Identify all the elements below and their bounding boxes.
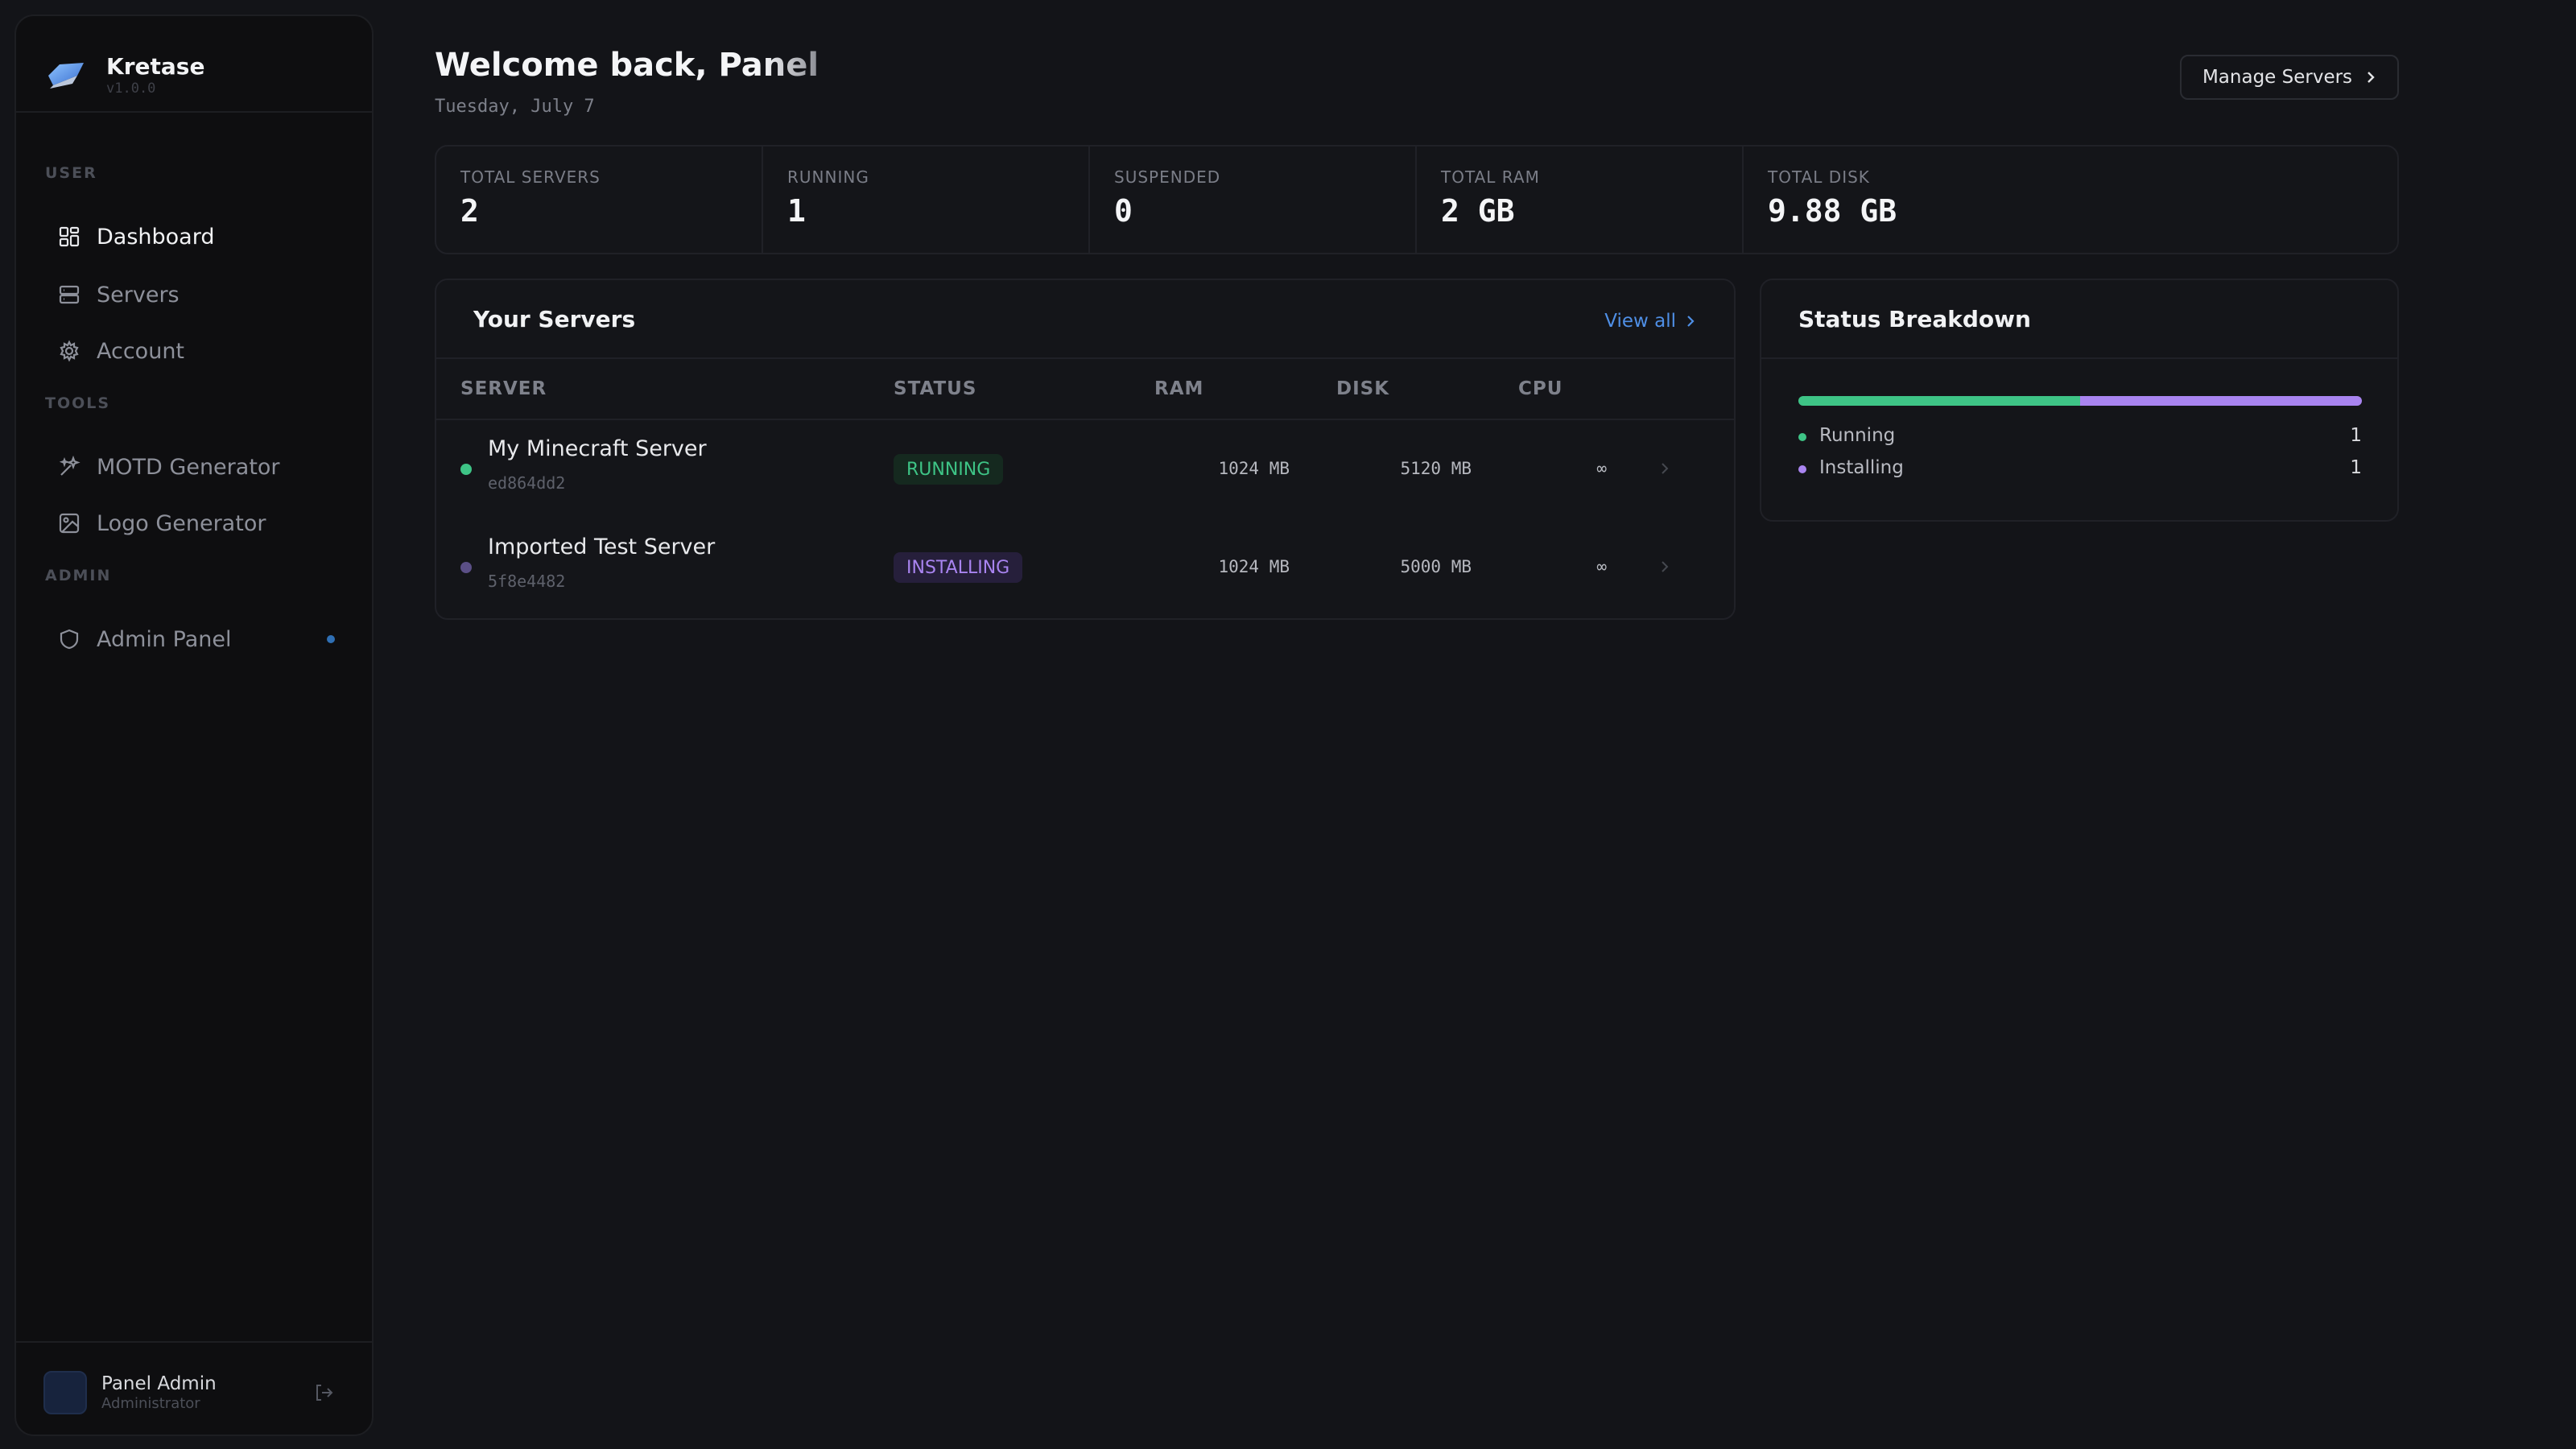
manage-servers-label: Manage Servers [2202,67,2353,88]
stat-label: RUNNING [787,167,869,187]
stat-total-disk: TOTAL DISK 9.88 GB [1744,147,2397,253]
stat-label: TOTAL DISK [1768,167,1870,187]
bar-segment-installing [2080,396,2362,406]
brand[interactable]: Kretase v1.0.0 [43,35,204,116]
stat-label: SUSPENDED [1114,167,1221,187]
stat-total-ram: TOTAL RAM 2 GB [1417,147,1744,253]
section-label-admin: ADMIN [45,567,112,584]
sidebar-bottom-divider [16,1341,372,1343]
sidebar-item-logo-generator[interactable]: Logo Generator [42,501,348,546]
status-badge: INSTALLING [894,552,1023,583]
stats-bar: TOTAL SERVERS 2 RUNNING 1 SUSPENDED 0 TO… [435,145,2399,254]
status-dot [460,464,472,475]
gear-icon [60,340,79,362]
avatar [43,1371,87,1414]
view-all-link[interactable]: View all [1604,311,1695,332]
user-role: Administrator [101,1395,200,1412]
dashboard-icon [59,226,80,247]
legend-value-running: 1 [2350,425,2362,446]
stat-value: 1 [787,193,806,229]
status-dot [460,562,472,573]
status-badge: RUNNING [894,454,1004,485]
current-date: Tuesday, July 7 [435,97,595,117]
sidebar-item-label: Servers [97,282,180,308]
page-title-fade: nel [762,47,819,84]
stat-total-servers: TOTAL SERVERS 2 [436,147,763,253]
ram-value: 1024 MB [1218,459,1290,478]
sidebar-item-servers[interactable]: Servers [42,272,348,317]
stat-value: 9.88 GB [1768,193,1897,229]
stat-value: 2 GB [1441,193,1515,229]
sidebar-item-motd-generator[interactable]: MOTD Generator [42,444,348,489]
sidebar-divider [16,111,372,113]
shield-icon [60,629,79,650]
notification-dot [327,635,335,643]
chevron-right-icon [2368,72,2375,83]
column-header-server: SERVER [460,378,547,399]
column-header-cpu: CPU [1518,378,1563,399]
card-header-divider [1761,357,2397,359]
chevron-right-icon [1687,316,1695,327]
manage-servers-button[interactable]: Manage Servers [2180,55,2399,100]
status-breakdown-bar [1798,396,2362,406]
server-name: My Minecraft Server [488,436,707,461]
table-header-divider [436,419,1734,420]
legend-label-installing: Installing [1819,457,1904,478]
cpu-value: ∞ [1596,459,1607,478]
page-title-main: Welcome back, Pa [435,47,763,84]
cpu-value: ∞ [1596,557,1607,576]
stat-label: TOTAL RAM [1441,167,1540,187]
sidebar-item-label: Account [97,338,185,364]
section-label-tools: TOOLS [45,394,111,412]
server-name: Imported Test Server [488,535,716,559]
sidebar: Kretase v1.0.0 USER Dashboard Servers Ac… [14,14,374,1436]
chevron-right-icon[interactable] [1660,559,1670,575]
disk-value: 5120 MB [1400,459,1472,478]
sidebar-item-dashboard[interactable]: Dashboard [42,214,348,259]
sidebar-item-label: Admin Panel [97,626,232,652]
servers-icon [59,285,80,304]
bar-segment-running [1798,396,2080,406]
card-header-divider [436,357,1734,359]
servers-card-title: Your Servers [473,306,636,332]
sidebar-item-admin-panel[interactable]: Admin Panel [42,617,348,662]
sidebar-item-account[interactable]: Account [42,328,348,374]
brand-version: v1.0.0 [106,80,156,97]
sparkles-icon [59,456,80,476]
sidebar-item-label: MOTD Generator [97,454,280,480]
view-all-label: View all [1604,311,1676,332]
stat-label: TOTAL SERVERS [460,167,601,187]
chevron-right-icon[interactable] [1660,460,1670,477]
page-title: Welcome back, Panel [435,47,819,84]
stat-running: RUNNING 1 [763,147,1090,253]
section-label-user: USER [45,164,97,182]
sidebar-item-label: Logo Generator [97,510,266,536]
status-breakdown-title: Status Breakdown [1798,306,2031,332]
column-header-ram: RAM [1154,378,1204,399]
server-id: 5f8e4482 [488,572,566,591]
column-header-disk: DISK [1336,378,1390,399]
server-id: ed864dd2 [488,473,566,493]
logo-icon [48,63,84,89]
disk-value: 5000 MB [1400,557,1472,576]
stat-value: 2 [460,193,479,229]
stat-suspended: SUSPENDED 0 [1090,147,1417,253]
sidebar-item-label: Dashboard [97,224,215,250]
brand-name: Kretase [106,53,205,80]
image-icon [59,513,80,534]
column-header-status: STATUS [894,378,977,399]
legend-label-running: Running [1819,425,1896,446]
stat-value: 0 [1114,193,1133,229]
legend-dot-running [1798,433,1806,441]
logout-icon[interactable] [312,1381,335,1404]
legend-value-installing: 1 [2350,457,2362,478]
user-profile[interactable]: Panel Admin Administrator [43,1368,357,1417]
ram-value: 1024 MB [1218,557,1290,576]
legend-dot-installing [1798,465,1806,473]
user-name: Panel Admin [101,1373,217,1394]
